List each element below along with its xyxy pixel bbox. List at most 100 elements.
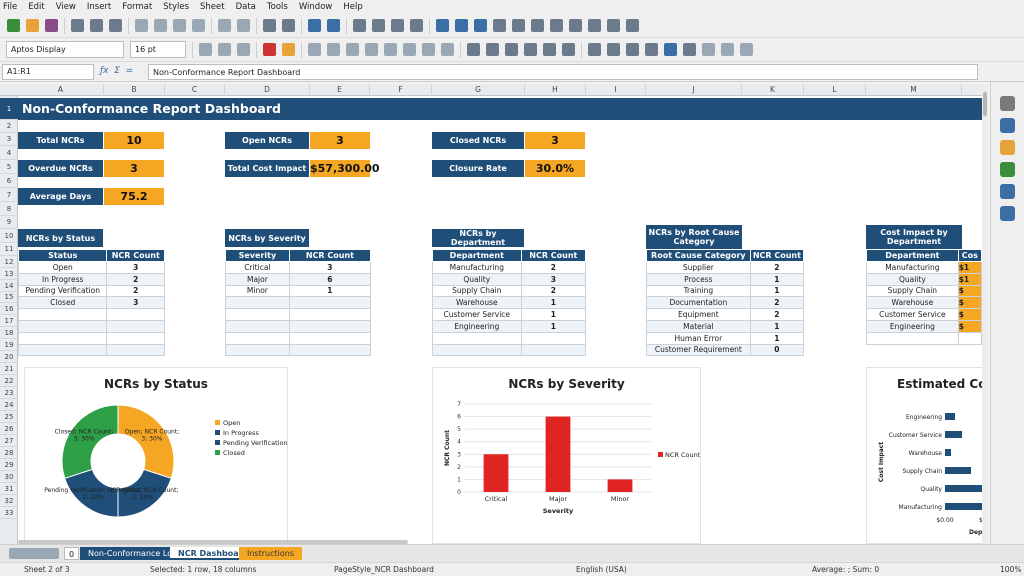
border-style-icon[interactable] (645, 43, 658, 56)
table-cell[interactable] (225, 331, 290, 345)
sort-descending-icon[interactable] (391, 19, 404, 32)
row-header-15[interactable]: 15 (0, 292, 18, 303)
column-header-F[interactable]: F (370, 84, 432, 96)
table-cell[interactable]: Manufacturing (866, 261, 959, 274)
gallery-icon[interactable] (1000, 162, 1015, 177)
menu-help[interactable]: Help (343, 2, 362, 12)
table-cell[interactable] (225, 343, 290, 357)
root_cause-header-0[interactable]: Root Cause Category (646, 249, 751, 262)
table-cell[interactable]: Training (646, 284, 751, 298)
kpi-closed-ncrs-value[interactable]: 3 (525, 132, 585, 149)
kpi-overdue-ncrs-label[interactable]: Overdue NCRs (18, 160, 103, 177)
undo-icon[interactable] (218, 19, 231, 32)
spreadsheet-grid[interactable]: ABCDEFGHIJKLM 1 2 3 4 5 6 7 8 9 10 11 12 13 14 15 16 17 1… (0, 84, 988, 544)
severity-table-title[interactable]: NCRs by Severity (225, 229, 309, 247)
row-header-22[interactable]: 22 (0, 375, 18, 387)
table-cell[interactable]: Open (17, 261, 108, 274)
table-cell[interactable] (520, 331, 587, 345)
root_cause-header-1[interactable]: NCR Count (749, 249, 805, 262)
table-cell[interactable]: Documentation (646, 296, 751, 310)
functions-icon[interactable] (1000, 206, 1015, 221)
row-header-20[interactable]: 20 (0, 351, 18, 363)
table-cell[interactable]: 3 (106, 296, 165, 310)
kpi-open-ncrs-value[interactable]: 3 (310, 132, 370, 149)
save-icon[interactable] (45, 19, 58, 32)
align-left-icon[interactable] (308, 43, 321, 56)
align-right-icon[interactable] (346, 43, 359, 56)
row-header-29[interactable]: 29 (0, 459, 18, 471)
table-cell[interactable]: Supply Chain (866, 284, 959, 298)
menu-tools[interactable]: Tools (267, 2, 288, 12)
align-center-icon[interactable] (327, 43, 340, 56)
row-header-18[interactable]: 18 (0, 327, 18, 339)
name-box[interactable]: A1:R1 (2, 64, 94, 80)
formula-input[interactable]: Non-Conformance Report Dashboard (148, 64, 978, 80)
export-pdf-icon[interactable] (71, 19, 84, 32)
table-cell[interactable]: $ (957, 319, 983, 333)
kpi-closure-rate-label[interactable]: Closure Rate (432, 160, 524, 177)
show-draw-functions-icon[interactable] (626, 19, 639, 32)
status-header-0[interactable]: Status (17, 249, 108, 262)
table-cell[interactable]: 1 (749, 272, 805, 286)
column-header-J[interactable]: J (646, 84, 742, 96)
conditional-format-icon[interactable] (683, 43, 696, 56)
table-cell[interactable]: $ (957, 296, 983, 310)
insert-chart-icon[interactable] (455, 19, 468, 32)
table-cell[interactable] (106, 319, 165, 333)
table-cell[interactable]: 1 (520, 319, 587, 333)
department-table-title[interactable]: NCRs by Department (432, 229, 524, 247)
column-icon[interactable] (327, 19, 340, 32)
align-top-icon[interactable] (365, 43, 378, 56)
row-header-16[interactable]: 16 (0, 303, 18, 315)
table-cell[interactable]: Equipment (646, 308, 751, 321)
table-cell[interactable] (225, 319, 290, 333)
column-header-A[interactable]: A (18, 84, 104, 96)
left-to-right-icon[interactable] (702, 43, 715, 56)
table-cell[interactable]: Major (225, 272, 290, 286)
kpi-closure-rate-value[interactable]: 30.0% (525, 160, 585, 177)
table-cell[interactable]: $ (957, 308, 983, 321)
column-header-L[interactable]: L (804, 84, 866, 96)
new-document-icon[interactable] (7, 19, 20, 32)
table-cell[interactable]: Warehouse (432, 296, 522, 310)
column-header-B[interactable]: B (104, 84, 165, 96)
row-header-23[interactable]: 23 (0, 387, 18, 399)
table-cell[interactable]: 6 (288, 272, 372, 286)
row-header-33[interactable]: 33 (0, 507, 18, 519)
tab-add-sheet[interactable]: 0 (64, 547, 80, 560)
table-cell[interactable] (432, 331, 522, 345)
menu-styles[interactable]: Styles (163, 2, 189, 12)
headers-footers-icon[interactable] (550, 19, 563, 32)
row-header-28[interactable]: 28 (0, 447, 18, 459)
currency-icon[interactable] (467, 43, 480, 56)
sheet-indicator[interactable]: Sheet 2 of 3 (24, 565, 70, 574)
row-header-27[interactable]: 27 (0, 435, 18, 447)
open-folder-icon[interactable] (26, 19, 39, 32)
table-cell[interactable] (225, 308, 290, 321)
freeze-rows-icon[interactable] (588, 19, 601, 32)
row-header-12[interactable]: 12 (0, 256, 18, 268)
table-cell[interactable] (288, 308, 372, 321)
underline-icon[interactable] (237, 43, 250, 56)
table-cell[interactable]: 2 (106, 272, 165, 286)
table-cell[interactable]: Minor (225, 284, 290, 298)
menu-sheet[interactable]: Sheet (200, 2, 225, 12)
row-header-4[interactable]: 4 (0, 146, 18, 160)
row-header-6[interactable]: 6 (0, 174, 18, 188)
table-cell[interactable]: Manufacturing (432, 261, 522, 274)
column-header-C[interactable]: C (165, 84, 225, 96)
vertical-scroll-thumb[interactable] (983, 92, 987, 116)
table-cell[interactable]: 0 (749, 343, 805, 357)
row-icon[interactable] (308, 19, 321, 32)
table-cell[interactable] (225, 296, 290, 310)
autofilter-icon[interactable] (410, 19, 423, 32)
table-cell[interactable]: Human Error (646, 331, 751, 345)
table-cell[interactable]: Material (646, 319, 751, 333)
add-decimal-icon[interactable] (543, 43, 556, 56)
print-icon[interactable] (90, 19, 103, 32)
menu-format[interactable]: Format (122, 2, 152, 12)
table-cell[interactable]: 1 (749, 284, 805, 298)
table-cell[interactable]: 3 (106, 261, 165, 274)
menu-edit[interactable]: Edit (28, 2, 44, 12)
severity-header-1[interactable]: NCR Count (288, 249, 372, 262)
